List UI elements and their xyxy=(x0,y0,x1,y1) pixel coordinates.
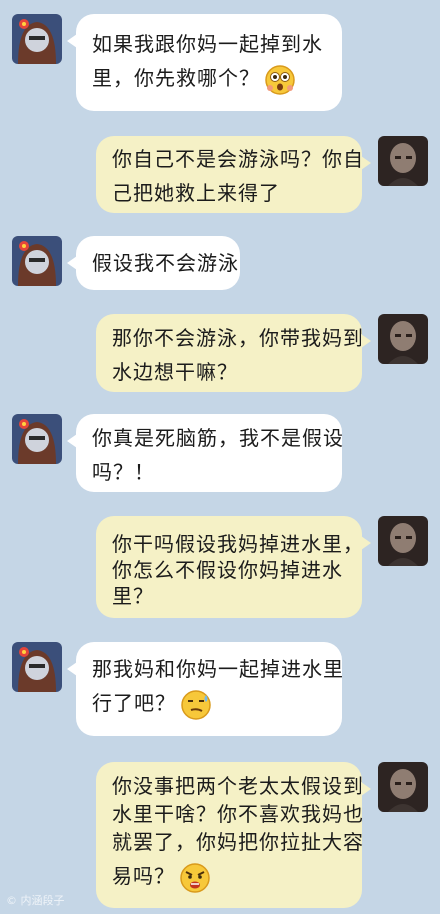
message-text: 就罢了，你妈把你拉扯大容 xyxy=(112,830,364,854)
message-text: 那你不会游泳，你带我妈到 xyxy=(112,326,364,350)
message-text: 易吗？ xyxy=(112,864,175,888)
message-text: 你没事把两个老太太假设到 xyxy=(112,774,364,798)
message-text: 你干吗假设我妈掉进水里， xyxy=(112,532,364,556)
message-bubble-received[interactable]: 假设我不会游泳 xyxy=(67,236,240,290)
message-text-line: 里，你先救哪个？ xyxy=(92,61,326,96)
chat-conversation: 如果我跟你妈一起掉到水 里，你先救哪个？ 你自己不是会游泳吗？你自 己把她救上来… xyxy=(0,0,440,914)
message-text-line: 行了吧？ xyxy=(92,686,326,721)
message-text: 行了吧？ xyxy=(92,691,176,715)
message-bubble-sent[interactable]: 你没事把两个老太太假设到 水里干啥？你不喜欢我妈也 就罢了，你妈把你拉扯大容 易… xyxy=(96,762,371,908)
message-text: 你真是死脑筋，我不是假设 xyxy=(92,426,344,450)
message-text: 你怎么不假设你妈掉进水 xyxy=(112,558,343,582)
message-bubble-received[interactable]: 那我妈和你妈一起掉进水里 行了吧？ xyxy=(67,642,344,736)
man-avatar[interactable] xyxy=(378,762,428,812)
girl-avatar[interactable] xyxy=(12,14,62,64)
man-avatar[interactable] xyxy=(378,136,428,186)
message-bubble-sent[interactable]: 你干吗假设我妈掉进水里， 你怎么不假设你妈掉进水 里？ xyxy=(96,516,371,618)
sweat-smirk-emoji xyxy=(181,689,211,720)
angry-face-emoji xyxy=(180,862,210,893)
message-bubble-received[interactable]: 你真是死脑筋，我不是假设 吗？！ xyxy=(67,414,344,492)
shocked-face-emoji xyxy=(265,64,295,95)
message-text: 如果我跟你妈一起掉到水 xyxy=(92,32,323,56)
message-text: 里？ xyxy=(112,584,154,608)
girl-avatar[interactable] xyxy=(12,642,62,692)
girl-avatar[interactable] xyxy=(12,236,62,286)
message-bubble-sent[interactable]: 你自己不是会游泳吗？你自 己把她救上来得了 xyxy=(96,136,371,213)
message-text: 假设我不会游泳 xyxy=(92,251,239,275)
message-text-line: 易吗？ xyxy=(112,856,346,896)
message-text: 你自己不是会游泳吗？你自 xyxy=(112,147,364,171)
girl-avatar[interactable] xyxy=(12,414,62,464)
message-text: 那我妈和你妈一起掉进水里 xyxy=(92,657,344,681)
message-text: 水边想干嘛？ xyxy=(112,360,238,384)
man-avatar[interactable] xyxy=(378,516,428,566)
message-text: 吗？！ xyxy=(92,460,155,484)
message-text: 水里干啥？你不喜欢我妈也 xyxy=(112,802,364,826)
man-avatar[interactable] xyxy=(378,314,428,364)
message-bubble-sent[interactable]: 那你不会游泳，你带我妈到 水边想干嘛？ xyxy=(96,314,371,392)
watermark: © 内涵段子 xyxy=(6,894,65,907)
message-text: 己把她救上来得了 xyxy=(112,181,280,205)
message-bubble-received[interactable]: 如果我跟你妈一起掉到水 里，你先救哪个？ xyxy=(67,14,342,111)
message-text: 里，你先救哪个？ xyxy=(92,66,260,90)
